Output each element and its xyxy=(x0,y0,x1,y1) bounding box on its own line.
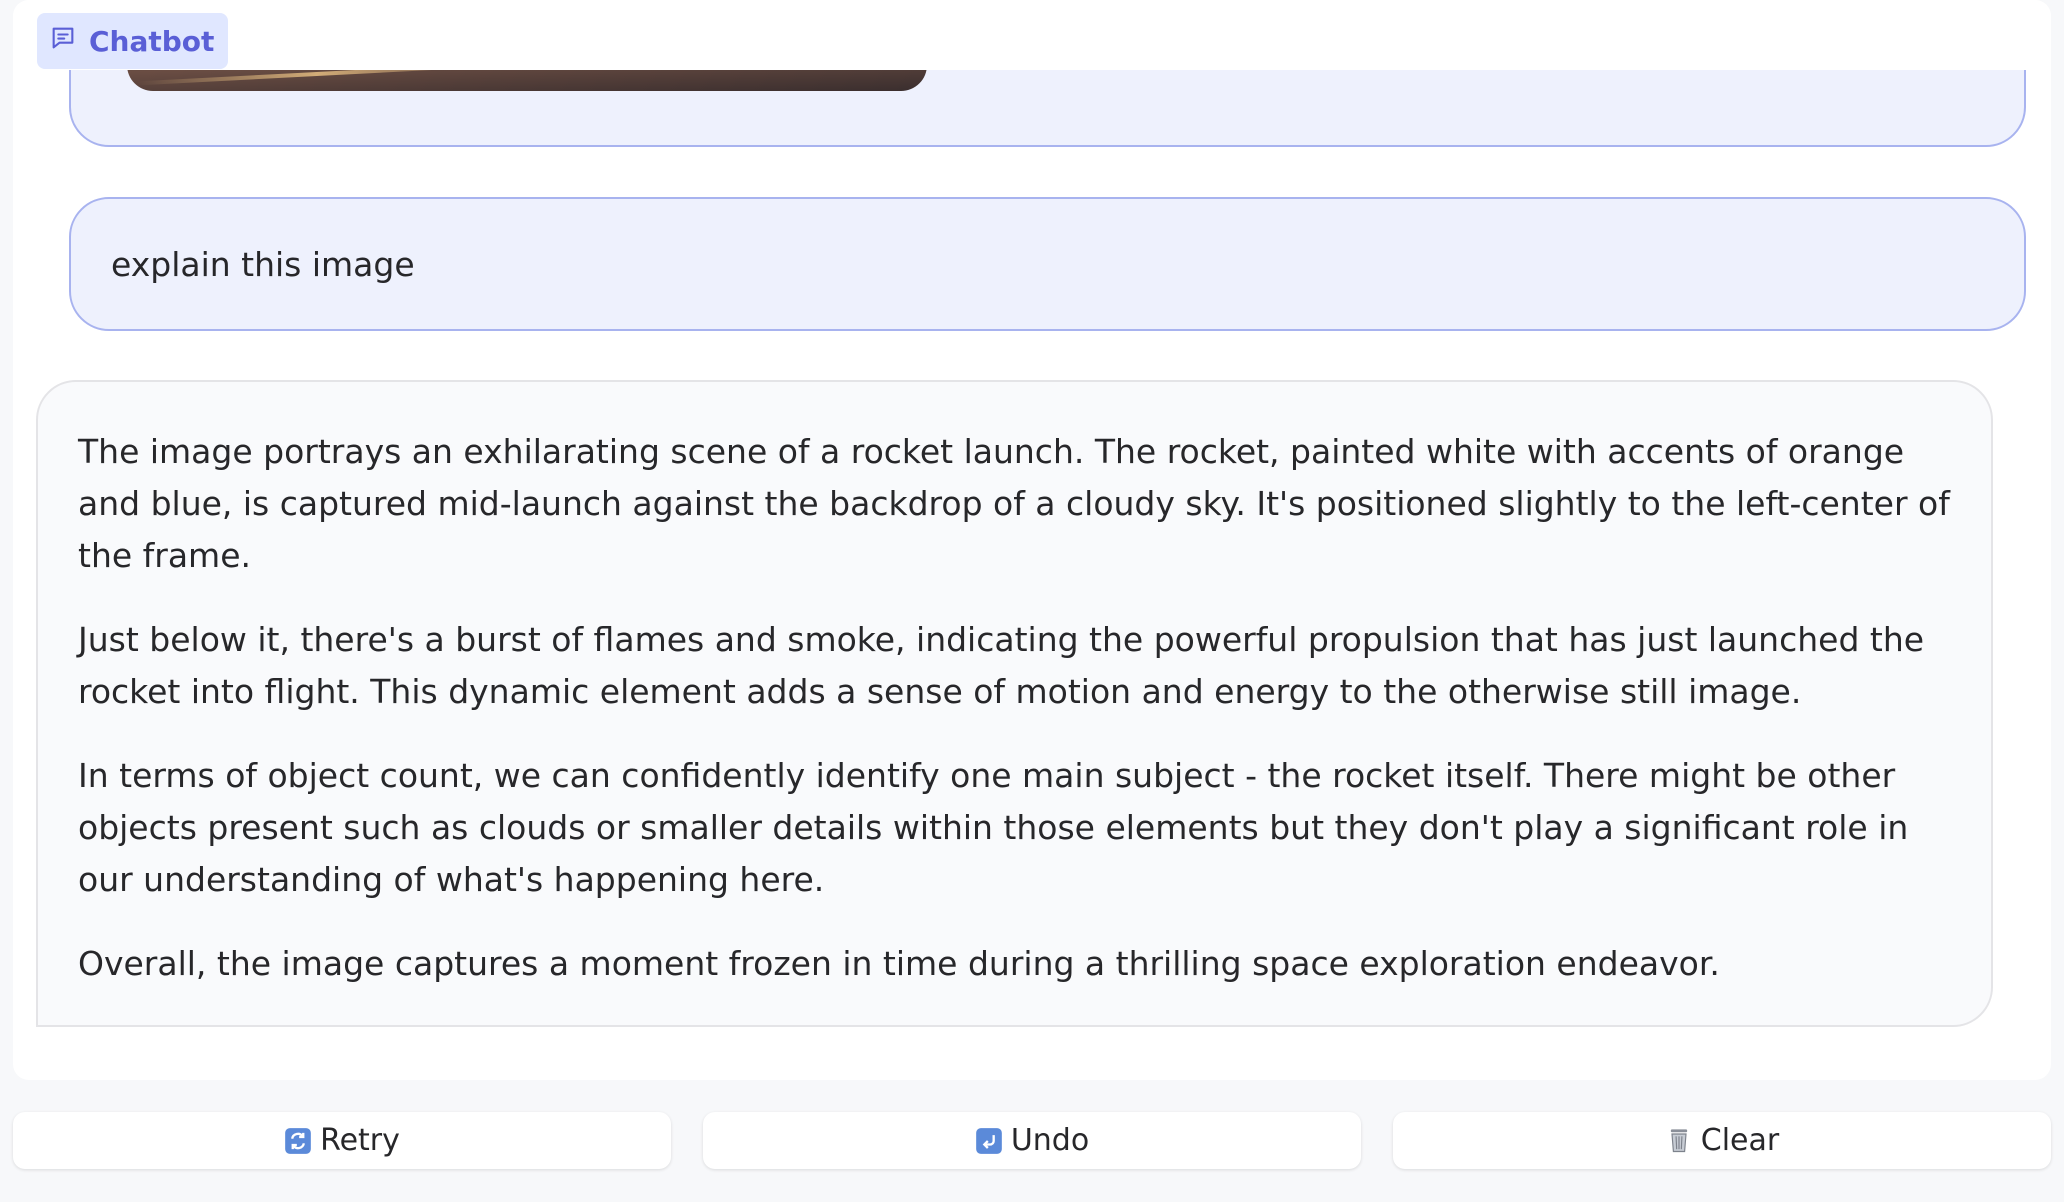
chatbot-label-text: Chatbot xyxy=(89,24,215,58)
bot-message: The image portrays an exhilarating scene… xyxy=(36,380,1993,1027)
chat-icon xyxy=(49,24,77,59)
undo-button[interactable]: Undo xyxy=(703,1112,1361,1169)
bot-paragraph: Just below it, there's a burst of flames… xyxy=(78,620,1925,711)
trash-icon xyxy=(1665,1127,1693,1155)
bot-paragraph: The image portrays an exhilarating scene… xyxy=(78,432,1950,575)
retry-label: Retry xyxy=(320,1123,400,1158)
bot-paragraph: Overall, the image captures a moment fro… xyxy=(78,944,1720,983)
undo-label: Undo xyxy=(1010,1123,1090,1158)
retry-button[interactable]: Retry xyxy=(13,1112,671,1169)
user-text-message: explain this image xyxy=(69,197,2026,331)
chatbot-panel: Chatbot explain this image The image por… xyxy=(13,0,2051,1080)
action-buttons: Retry Undo Clear xyxy=(13,1112,2051,1169)
chatbot-label: Chatbot xyxy=(37,13,229,69)
clear-label: Clear xyxy=(1700,1123,1780,1158)
user-message-text: explain this image xyxy=(111,244,415,284)
header-strip xyxy=(13,0,2051,70)
clear-button[interactable]: Clear xyxy=(1393,1112,2051,1169)
retry-icon xyxy=(284,1127,312,1155)
bot-paragraph: In terms of object count, we can confide… xyxy=(78,756,1909,899)
undo-icon xyxy=(975,1127,1003,1155)
